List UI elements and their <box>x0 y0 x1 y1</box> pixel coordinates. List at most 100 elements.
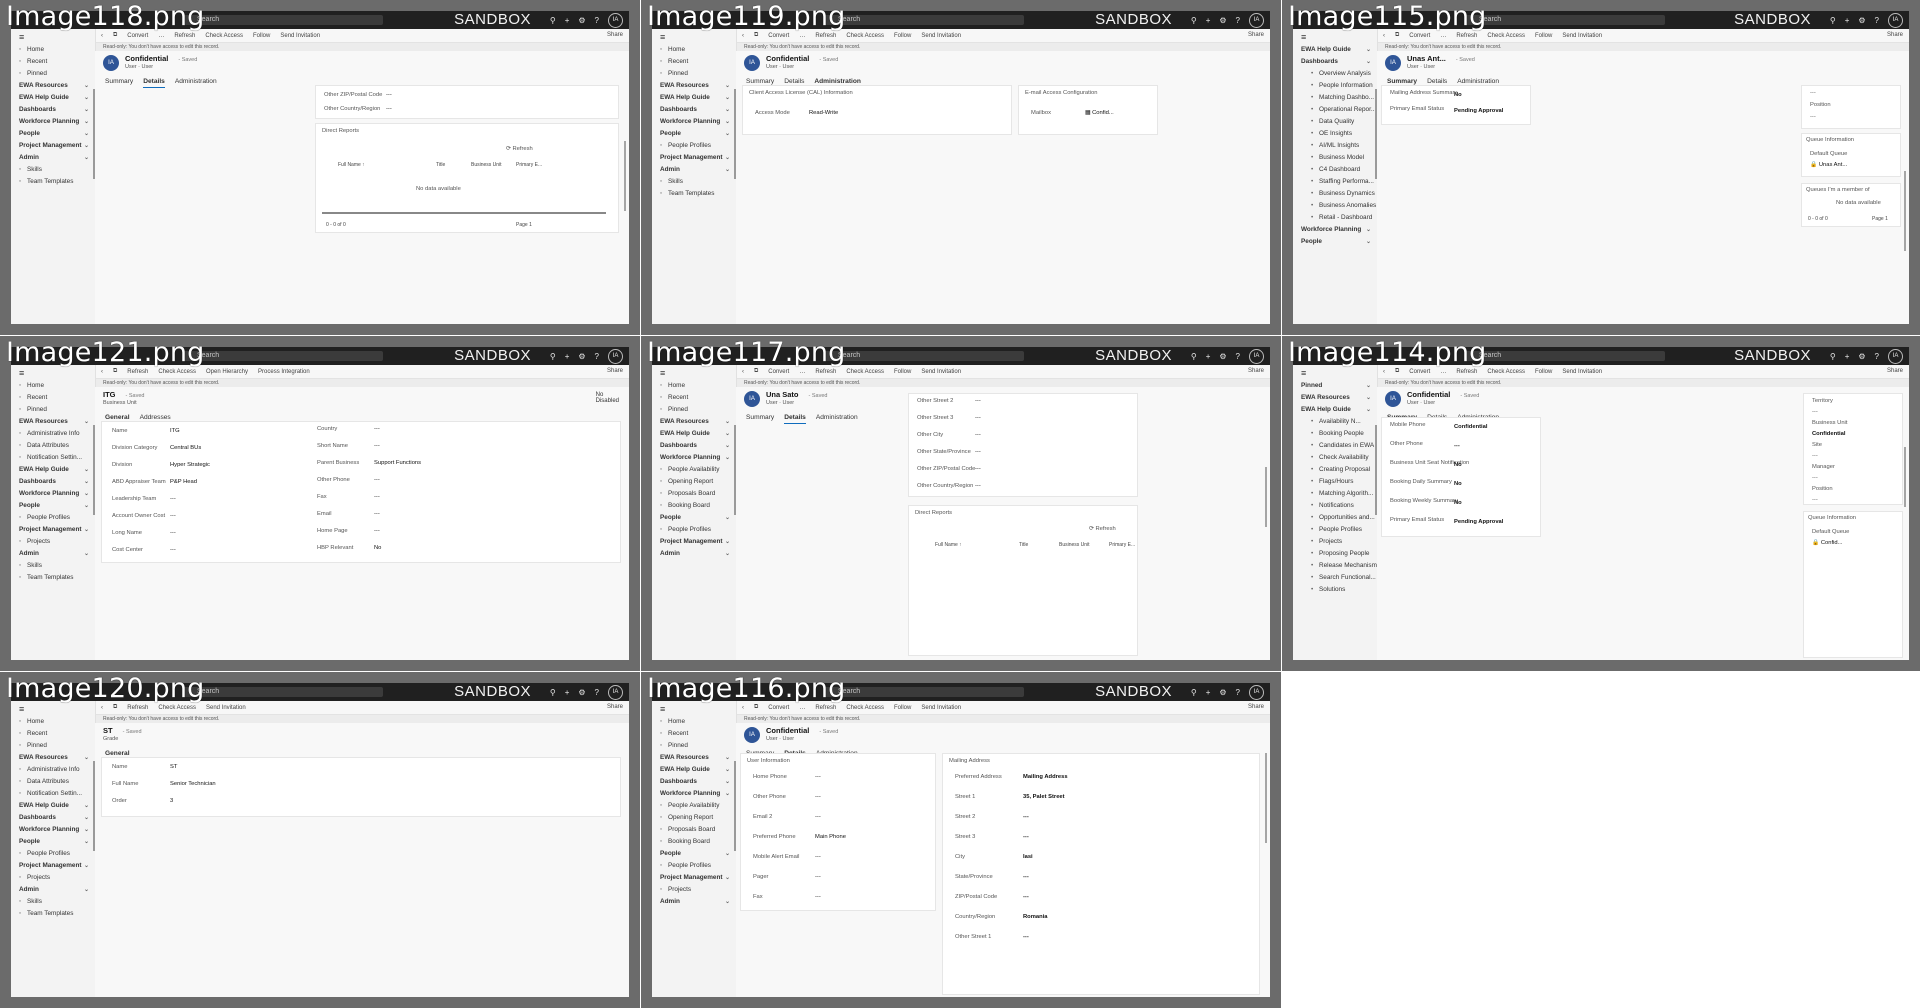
nav-subitem[interactable]: • Notifications <box>1293 500 1377 512</box>
nav-item[interactable]: ▫ People Availability <box>652 800 736 812</box>
command-button[interactable]: Send Invitation <box>1562 33 1602 39</box>
avatar[interactable]: IA <box>608 13 623 28</box>
help-icon[interactable]: ? <box>1236 686 1240 700</box>
grid-column-header[interactable]: Title <box>1019 542 1028 548</box>
nav-group[interactable]: Admin ⌄ <box>11 548 95 560</box>
nav-item[interactable]: ▫ Team Templates <box>11 176 95 188</box>
nav-group[interactable]: People ⌄ <box>11 836 95 848</box>
lightbulb-icon[interactable]: ⚲ <box>1191 14 1197 28</box>
nav-item[interactable]: ▫ Projects <box>11 872 95 884</box>
avatar[interactable]: IA <box>608 349 623 364</box>
settings-icon[interactable]: ⚙ <box>1219 686 1226 700</box>
nav-group[interactable]: EWA Resources ⌄ <box>11 80 95 92</box>
settings-icon[interactable]: ⚙ <box>1858 350 1865 364</box>
add-icon[interactable]: + <box>565 686 570 700</box>
queue-link[interactable]: 🔒 Unas Ant... <box>1810 162 1847 168</box>
nav-group[interactable]: Dashboards ⌄ <box>1293 56 1377 68</box>
content-scrollbar[interactable] <box>1904 171 1906 251</box>
nav-subitem[interactable]: • C4 Dashboard <box>1293 164 1377 176</box>
nav-item[interactable]: ▫ People Profiles <box>11 848 95 860</box>
help-icon[interactable]: ? <box>1236 350 1240 364</box>
nav-subitem[interactable]: • Solutions <box>1293 584 1377 596</box>
search-input[interactable]: Search <box>824 687 1024 697</box>
nav-subitem[interactable]: • Booking People <box>1293 428 1377 440</box>
nav-group[interactable]: EWA Resources ⌄ <box>652 752 736 764</box>
nav-subitem[interactable]: • Overview Analysis <box>1293 68 1377 80</box>
add-icon[interactable]: + <box>1206 350 1211 364</box>
mailbox-link[interactable]: ▦ Confid... <box>1085 110 1114 116</box>
nav-item[interactable]: ▫ Skills <box>652 176 736 188</box>
search-input[interactable]: Search <box>183 15 383 25</box>
nav-group[interactable]: EWA Help Guide ⌄ <box>652 92 736 104</box>
nav-group[interactable]: People ⌄ <box>11 500 95 512</box>
nav-item[interactable]: ▫ Home <box>11 716 95 728</box>
command-button[interactable]: Check Access <box>205 33 243 39</box>
nav-item[interactable]: ▫ Skills <box>11 560 95 572</box>
command-button[interactable]: Process Integration <box>258 369 310 375</box>
nav-item[interactable]: ▫ Notification Settin... <box>11 452 95 464</box>
nav-group[interactable]: Workforce Planning ⌄ <box>1293 224 1377 236</box>
nav-item[interactable]: ▫ People Profiles <box>652 860 736 872</box>
nav-item[interactable]: ▫ Administrative Info <box>11 428 95 440</box>
share-button[interactable]: Share <box>1887 365 1903 378</box>
grid-scrollbar[interactable] <box>322 212 606 214</box>
search-input[interactable]: Search <box>1465 15 1665 25</box>
nav-item[interactable]: ▫ Proposals Board <box>652 824 736 836</box>
queue-link[interactable]: 🔒 Confid... <box>1812 540 1842 546</box>
lightbulb-icon[interactable]: ⚲ <box>1830 14 1836 28</box>
help-icon[interactable]: ? <box>1875 14 1879 28</box>
share-button[interactable]: Share <box>607 29 623 42</box>
nav-item[interactable]: ▫ Recent <box>11 56 95 68</box>
nav-subitem[interactable]: • Business Anomalies <box>1293 200 1377 212</box>
help-icon[interactable]: ? <box>595 14 599 28</box>
nav-subitem[interactable]: • Candidates in EWA <box>1293 440 1377 452</box>
lightbulb-icon[interactable]: ⚲ <box>550 14 556 28</box>
nav-subitem[interactable]: • Opportunities and... <box>1293 512 1377 524</box>
avatar[interactable]: IA <box>1888 13 1903 28</box>
lightbulb-icon[interactable]: ⚲ <box>550 686 556 700</box>
nav-group[interactable]: Project Management ⌄ <box>652 152 736 164</box>
nav-item[interactable]: ▫ Skills <box>11 164 95 176</box>
nav-group[interactable]: Project Management ⌄ <box>652 536 736 548</box>
nav-group[interactable]: People ⌄ <box>1293 236 1377 248</box>
nav-group[interactable]: Dashboards ⌄ <box>652 440 736 452</box>
nav-group[interactable]: EWA Resources ⌄ <box>11 752 95 764</box>
lightbulb-icon[interactable]: ⚲ <box>1191 686 1197 700</box>
command-button[interactable]: Check Access <box>846 33 884 39</box>
command-button[interactable]: Send Invitation <box>206 705 246 711</box>
nav-item[interactable]: ▫ Team Templates <box>11 908 95 920</box>
nav-group[interactable]: Pinned ⌄ <box>1293 380 1377 392</box>
settings-icon[interactable]: ⚙ <box>578 14 585 28</box>
nav-group[interactable]: Dashboards ⌄ <box>11 104 95 116</box>
refresh-button[interactable]: ⟳ Refresh <box>506 146 533 152</box>
command-button[interactable]: Send Invitation <box>1562 369 1602 375</box>
search-input[interactable]: Search <box>824 15 1024 25</box>
nav-group[interactable]: Dashboards ⌄ <box>11 476 95 488</box>
avatar[interactable]: IA <box>608 685 623 700</box>
nav-subitem[interactable]: • Staffing Performa... <box>1293 176 1377 188</box>
nav-item[interactable]: ▫ Pinned <box>652 68 736 80</box>
refresh-button[interactable]: ⟳ Refresh <box>1089 526 1116 532</box>
nav-group[interactable]: EWA Help Guide ⌄ <box>11 92 95 104</box>
nav-item[interactable]: ▫ Recent <box>652 56 736 68</box>
nav-group[interactable]: EWA Help Guide ⌄ <box>652 428 736 440</box>
command-button[interactable]: Send Invitation <box>921 33 961 39</box>
nav-group[interactable]: Admin ⌄ <box>652 164 736 176</box>
grid-column-header[interactable]: Title <box>436 162 445 168</box>
nav-group[interactable]: EWA Help Guide ⌄ <box>1293 404 1377 416</box>
content-scrollbar[interactable] <box>1265 753 1267 843</box>
settings-icon[interactable]: ⚙ <box>578 686 585 700</box>
nav-group[interactable]: Project Management ⌄ <box>11 524 95 536</box>
nav-group[interactable]: People ⌄ <box>11 128 95 140</box>
help-icon[interactable]: ? <box>1236 14 1240 28</box>
nav-group[interactable]: EWA Help Guide ⌄ <box>652 764 736 776</box>
nav-item[interactable]: ▫ Pinned <box>11 68 95 80</box>
nav-item[interactable]: ▫ Administrative Info <box>11 764 95 776</box>
nav-group[interactable]: EWA Help Guide ⌄ <box>1293 44 1377 56</box>
search-input[interactable]: Search <box>183 351 383 361</box>
share-button[interactable]: Share <box>1248 29 1264 42</box>
command-button[interactable]: Check Access <box>1487 33 1525 39</box>
command-button[interactable]: Follow <box>1535 33 1552 39</box>
share-button[interactable]: Share <box>607 701 623 714</box>
command-button[interactable]: Send Invitation <box>921 705 961 711</box>
